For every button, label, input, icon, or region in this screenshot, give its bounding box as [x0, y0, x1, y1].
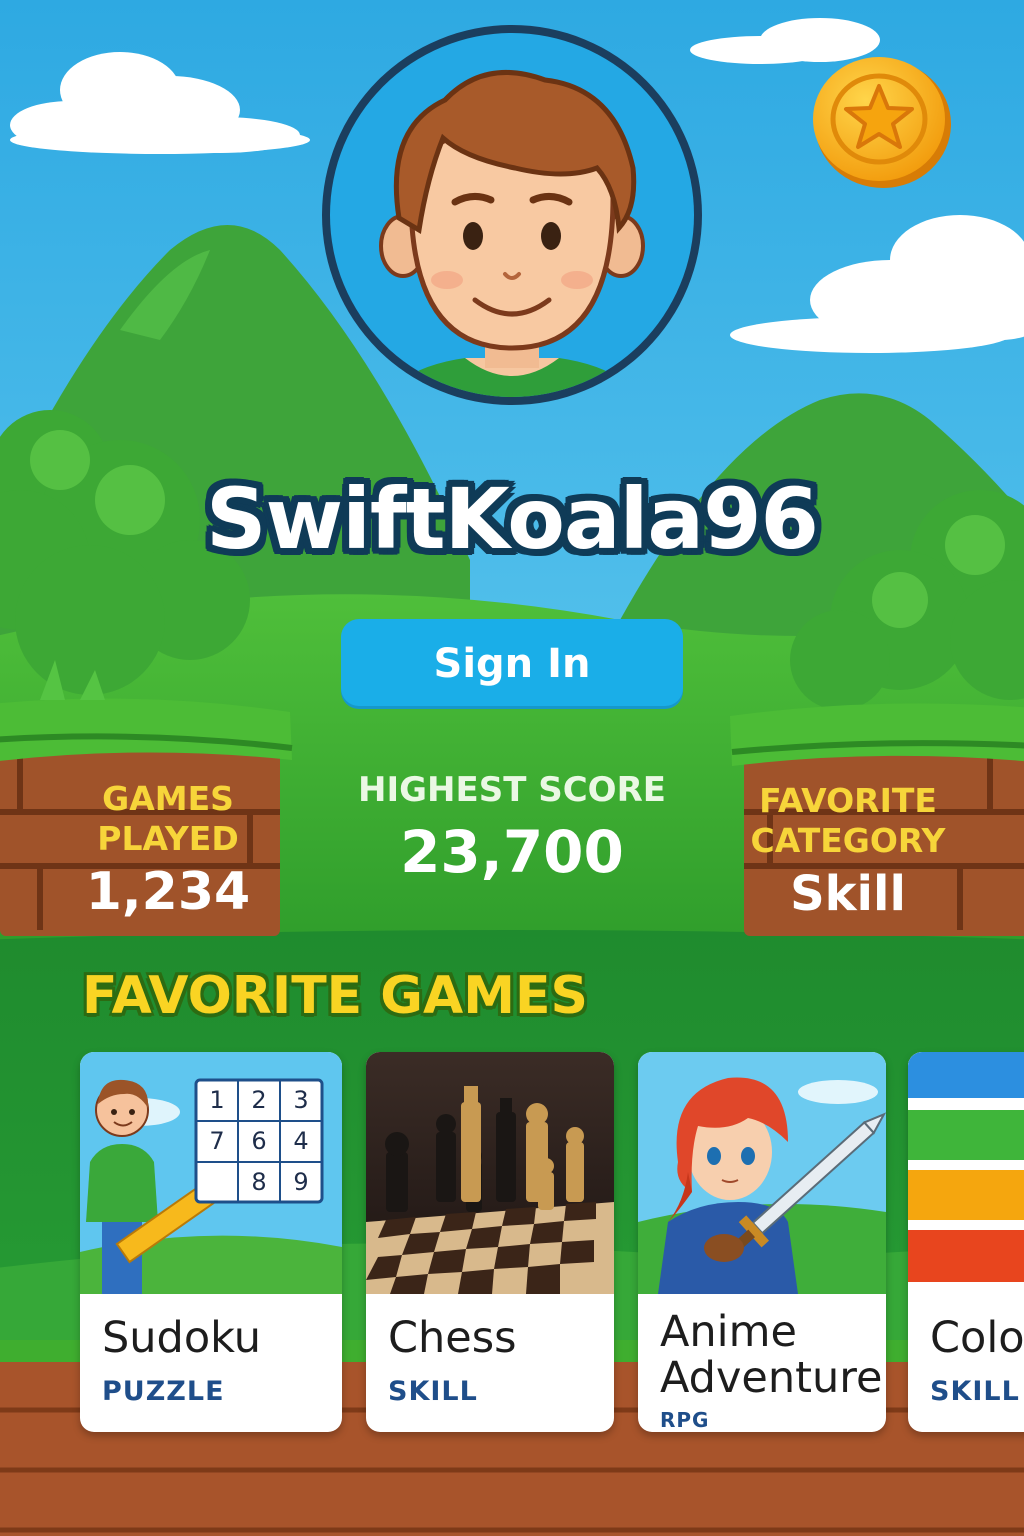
card-category: SKILL — [930, 1376, 1020, 1407]
highest-score-value: 23,700 — [400, 818, 624, 886]
favorite-games-title: FAVORITE GAMES — [82, 966, 588, 1026]
card-title-line2: Adventure — [660, 1353, 883, 1403]
favorite-category-label-line1: FAVORITE — [759, 781, 937, 820]
grid-cell: 3 — [293, 1086, 309, 1114]
card-title: Chess — [388, 1313, 517, 1363]
coin-star-icon — [813, 57, 951, 188]
card-title-line1: Anime — [660, 1307, 797, 1357]
games-played-label-line1: GAMES — [102, 779, 234, 818]
game-card-anime-adventure[interactable]: Anime Adventure RPG — [638, 1052, 886, 1432]
grid-cell: 2 — [251, 1086, 267, 1114]
game-card-sudoku[interactable]: 1 2 3 7 6 4 8 9 Sudoku PUZZLE — [80, 1052, 342, 1432]
grid-cell: 8 — [251, 1168, 267, 1196]
card-category: RPG — [660, 1408, 710, 1432]
sign-in-button[interactable]: Sign In — [341, 619, 683, 709]
grid-cell: 7 — [209, 1127, 225, 1155]
grid-cell: 1 — [209, 1086, 225, 1114]
card-category: PUZZLE — [102, 1376, 225, 1407]
card-title: Colo — [930, 1313, 1024, 1363]
chess-art — [366, 1052, 614, 1294]
games-played-label-line2: PLAYED — [97, 819, 239, 858]
color-bars-art — [908, 1052, 1024, 1294]
favorite-category-label-line2: CATEGORY — [750, 821, 946, 860]
grid-cell: 9 — [293, 1168, 309, 1196]
game-card-colo[interactable]: Colo SKILL — [908, 1052, 1024, 1432]
anime-adventure-art — [638, 1052, 886, 1294]
grid-cell: 6 — [251, 1127, 267, 1155]
favorite-category-value: Skill — [790, 866, 906, 922]
card-title: Sudoku — [102, 1313, 261, 1363]
username: SwiftKoala96 — [206, 470, 819, 568]
highest-score-label: HIGHEST SCORE — [358, 770, 666, 810]
grid-cell: 4 — [293, 1127, 309, 1155]
card-category: SKILL — [388, 1376, 478, 1407]
game-card-chess[interactable]: Chess SKILL — [366, 1052, 614, 1432]
games-played-value: 1,234 — [85, 862, 251, 922]
avatar[interactable] — [315, 18, 709, 412]
